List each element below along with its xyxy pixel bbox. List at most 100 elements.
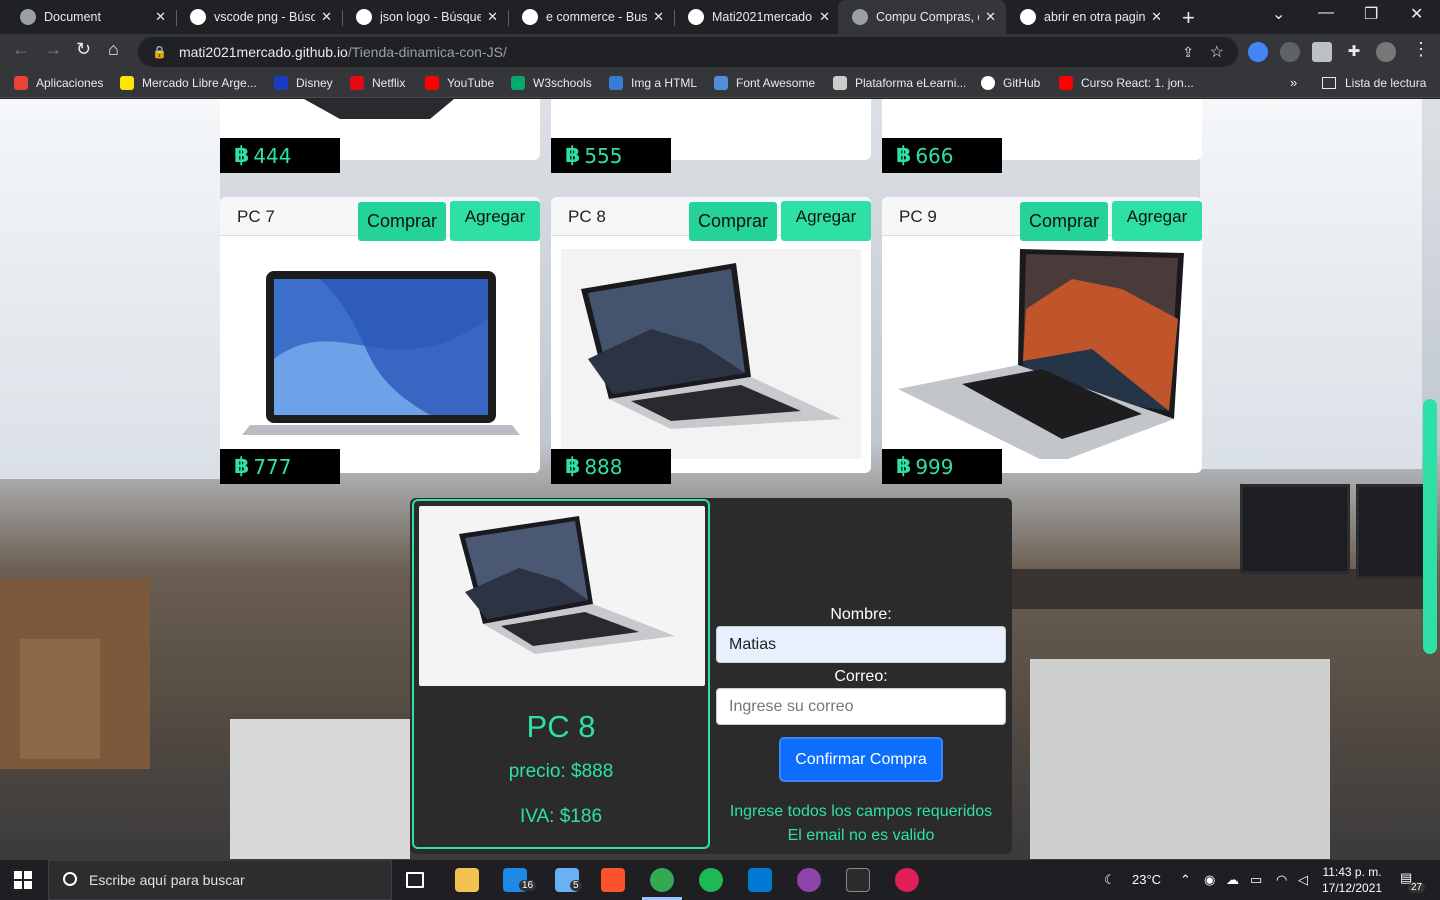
browser-tab[interactable]: vscode png - Búsqu ✕ (176, 0, 342, 34)
add-to-cart-button[interactable]: Agregar (450, 201, 540, 241)
bookmark-item[interactable]: Font Awesome (714, 76, 815, 90)
close-icon[interactable]: ✕ (653, 9, 664, 25)
volume-icon[interactable]: ◁ (1298, 872, 1308, 888)
tab-title: vscode png - Búsqu (214, 10, 316, 24)
page-viewport[interactable]: ฿ 444 ฿ 555 ฿ 666 PC 7 Comprar Agregar ฿… (0, 99, 1440, 860)
buy-button[interactable]: Comprar (1020, 202, 1108, 241)
add-to-cart-button[interactable]: Agregar (1112, 201, 1202, 241)
minimize-icon[interactable]: — (1318, 4, 1334, 22)
bookmark-item[interactable]: Plataforma eLearni... (833, 76, 966, 90)
globe-icon (852, 9, 868, 25)
clock-date: 17/12/2021 (1322, 881, 1383, 895)
vscode-icon[interactable] (748, 868, 772, 892)
file-explorer-icon[interactable] (455, 868, 479, 892)
background-cabinet (230, 719, 410, 859)
browser-tab[interactable]: abrir en otra pagina ✕ (1006, 0, 1172, 34)
img-html-icon (609, 76, 623, 90)
battery-icon[interactable]: ▭ (1250, 872, 1262, 888)
bookmark-star-icon[interactable]: ☆ (1210, 42, 1224, 62)
taskbar-search[interactable]: Escribe aquí para buscar (48, 860, 392, 900)
background-window (0, 99, 220, 479)
spotify-icon[interactable] (699, 868, 723, 892)
forward-icon[interactable]: → (44, 39, 62, 60)
selected-product-price: precio: $888 (508, 761, 614, 782)
email-label: Correo: (834, 668, 888, 685)
restore-icon[interactable]: ❐ (1364, 4, 1378, 24)
confirm-purchase-button[interactable]: Confirmar Compra (779, 737, 943, 782)
close-icon[interactable]: ✕ (985, 9, 996, 25)
bookmark-label: YouTube (447, 76, 495, 90)
chrome-icon[interactable] (650, 868, 674, 892)
bookmark-item[interactable]: Mercado Libre Arge... (120, 76, 257, 90)
close-icon[interactable]: ✕ (155, 9, 166, 25)
home-icon[interactable]: ⌂ (108, 39, 119, 60)
share-icon[interactable]: ⇪ (1182, 44, 1194, 61)
puzzle-icon[interactable]: ✚ (1344, 42, 1364, 62)
windows-start-icon[interactable] (14, 871, 32, 889)
mail-badge: 16 (519, 880, 537, 891)
github-desktop-icon[interactable] (797, 868, 821, 892)
bookmark-item[interactable]: YouTube (425, 76, 494, 90)
new-tab-icon[interactable]: + (1182, 5, 1195, 31)
bookmark-item[interactable]: Aplicaciones (14, 76, 103, 90)
bookmark-item[interactable]: Disney (274, 76, 333, 90)
react-extension-icon[interactable] (1280, 42, 1300, 62)
price-value: 555 (584, 143, 623, 168)
window-close-icon[interactable]: ✕ (1410, 4, 1423, 24)
close-icon[interactable]: ✕ (487, 9, 498, 25)
meet-icon[interactable]: ◉ (1204, 872, 1215, 888)
bookmark-item[interactable]: GitHub (981, 76, 1040, 90)
browser-tab-active[interactable]: Compu Compras, c ✕ (838, 0, 1006, 34)
extension-icon[interactable] (1312, 42, 1332, 62)
bookmark-item[interactable]: Curso React: 1. jon... (1059, 76, 1194, 90)
close-icon[interactable]: ✕ (819, 9, 830, 25)
close-icon[interactable]: ✕ (321, 9, 332, 25)
profile-avatar[interactable] (1376, 42, 1396, 62)
weather-text[interactable]: 23°C (1132, 872, 1161, 887)
tray-expand-icon[interactable]: ⌃ (1180, 872, 1191, 888)
coder-icon[interactable] (846, 868, 870, 892)
error-invalid-email: El email no es valido (787, 827, 935, 844)
laptop-image (892, 99, 1192, 109)
bookmark-item[interactable]: Img a HTML (609, 76, 697, 90)
slack-icon[interactable] (895, 868, 919, 892)
clock[interactable]: 11:43 p. m. 17/12/2021 (1322, 864, 1382, 896)
bookmarks-bar: Aplicaciones Mercado Libre Arge... Disne… (0, 70, 1440, 98)
mercadolibre-icon (120, 76, 134, 90)
menu-icon[interactable]: ⋮ (1412, 39, 1430, 60)
price-tag: ฿ 666 (882, 138, 1002, 173)
translate-extension-icon[interactable] (1248, 42, 1268, 62)
bookmark-item[interactable]: W3schools (511, 76, 592, 90)
bookmark-label: Netflix (372, 76, 406, 90)
wifi-icon[interactable]: ◠ (1276, 872, 1287, 888)
search-icon (63, 872, 77, 886)
browser-tab[interactable]: json logo - Búsque ✕ (342, 0, 508, 34)
address-bar[interactable]: 🔒 mati2021mercado.github.io /Tienda-dina… (138, 37, 1238, 67)
browser-tab[interactable]: e commerce - Busc ✕ (508, 0, 674, 34)
url-host: mati2021mercado.github.io (178, 44, 348, 60)
scrollbar-thumb[interactable] (1423, 399, 1437, 654)
bookmark-item[interactable]: Netflix (350, 76, 405, 90)
name-input[interactable] (716, 626, 1006, 663)
reading-list-button[interactable]: Lista de lectura (1322, 76, 1426, 90)
bookmark-label: Aplicaciones (36, 76, 104, 90)
add-to-cart-button[interactable]: Agregar (781, 201, 871, 241)
reload-icon[interactable]: ↻ (76, 39, 91, 60)
selected-product: PC 8 precio: $888 IVA: $186 (412, 499, 710, 849)
browser-tab[interactable]: Document ✕ (6, 0, 176, 34)
close-icon[interactable]: ✕ (1151, 9, 1162, 25)
bookmarks-overflow-icon[interactable]: » (1290, 75, 1297, 90)
back-icon[interactable]: ← (12, 39, 30, 60)
buy-button[interactable]: Comprar (358, 202, 446, 241)
onedrive-icon[interactable]: ☁ (1226, 872, 1239, 888)
brave-icon[interactable] (601, 868, 625, 892)
browser-tab[interactable]: Mati2021mercado ✕ (674, 0, 840, 34)
task-view-icon[interactable] (406, 872, 424, 888)
buy-button[interactable]: Comprar (689, 202, 777, 241)
tab-search-icon[interactable]: ⌄ (1272, 4, 1285, 24)
name-label: Nombre: (830, 606, 892, 623)
email-input[interactable] (716, 688, 1006, 725)
bookmark-label: GitHub (1003, 76, 1041, 90)
price-tag: ฿ 888 (551, 449, 671, 484)
background-monitor (1356, 484, 1426, 579)
